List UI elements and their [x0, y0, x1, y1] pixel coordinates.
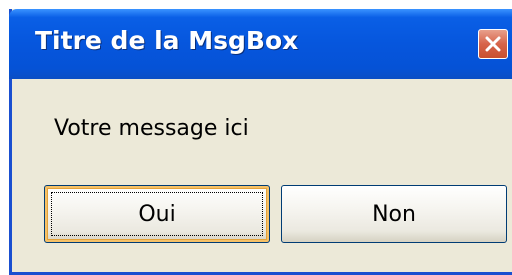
oui-button-label: Oui — [138, 201, 176, 227]
title-bar[interactable]: Titre de la MsgBox — [9, 9, 512, 79]
non-button-label: Non — [372, 201, 416, 227]
message-text: Votre message ici — [54, 116, 249, 141]
close-icon — [485, 36, 501, 52]
oui-button[interactable]: Oui — [44, 185, 270, 243]
window-title: Titre de la MsgBox — [35, 26, 299, 55]
close-button[interactable] — [478, 29, 508, 59]
non-button[interactable]: Non — [281, 185, 507, 243]
message-box-window: Titre de la MsgBox Votre message ici Oui… — [9, 9, 512, 275]
